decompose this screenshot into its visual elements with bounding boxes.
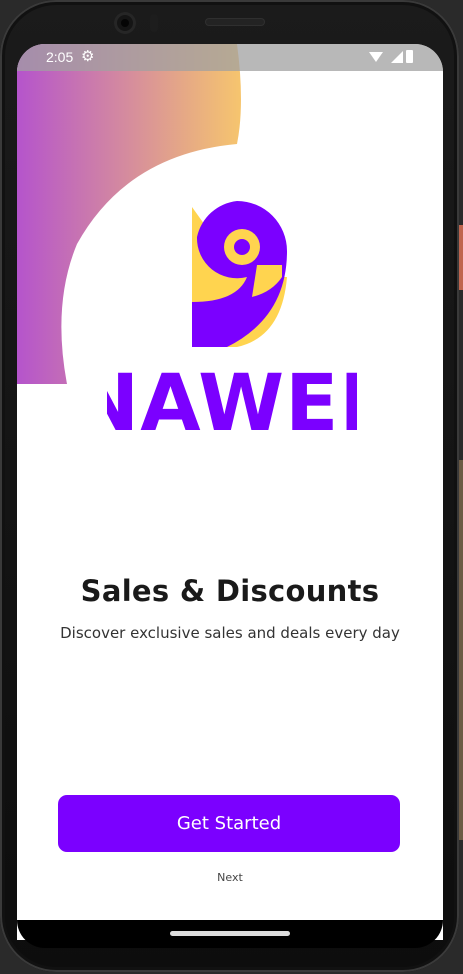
front-camera [114, 12, 136, 34]
brand-wordmark: NAWEL [107, 360, 357, 440]
wifi-icon [369, 52, 383, 62]
settings-gear-icon: ⚙ [81, 48, 95, 65]
system-navigation-bar [17, 920, 443, 948]
battery-icon [406, 50, 413, 63]
phone-frame: 2:05 ⚙ NAWEL Sales & Discoun [0, 0, 459, 972]
proximity-sensor [150, 14, 158, 32]
app-screen: 2:05 ⚙ NAWEL Sales & Discoun [17, 44, 443, 940]
cellular-signal-icon [391, 51, 403, 63]
svg-text:NAWEL: NAWEL [107, 360, 357, 440]
nawel-logo-icon [192, 201, 287, 347]
onboarding-title: Sales & Discounts [80, 574, 380, 608]
earpiece-speaker [205, 18, 265, 26]
status-bar: 2:05 ⚙ [17, 44, 443, 71]
home-gesture-pill[interactable] [170, 931, 290, 936]
status-time: 2:05 [46, 49, 74, 65]
get-started-button[interactable]: Get Started [58, 795, 400, 852]
onboarding-subtitle: Discover exclusive sales and deals every… [60, 624, 400, 642]
next-link[interactable]: Next [17, 871, 443, 884]
